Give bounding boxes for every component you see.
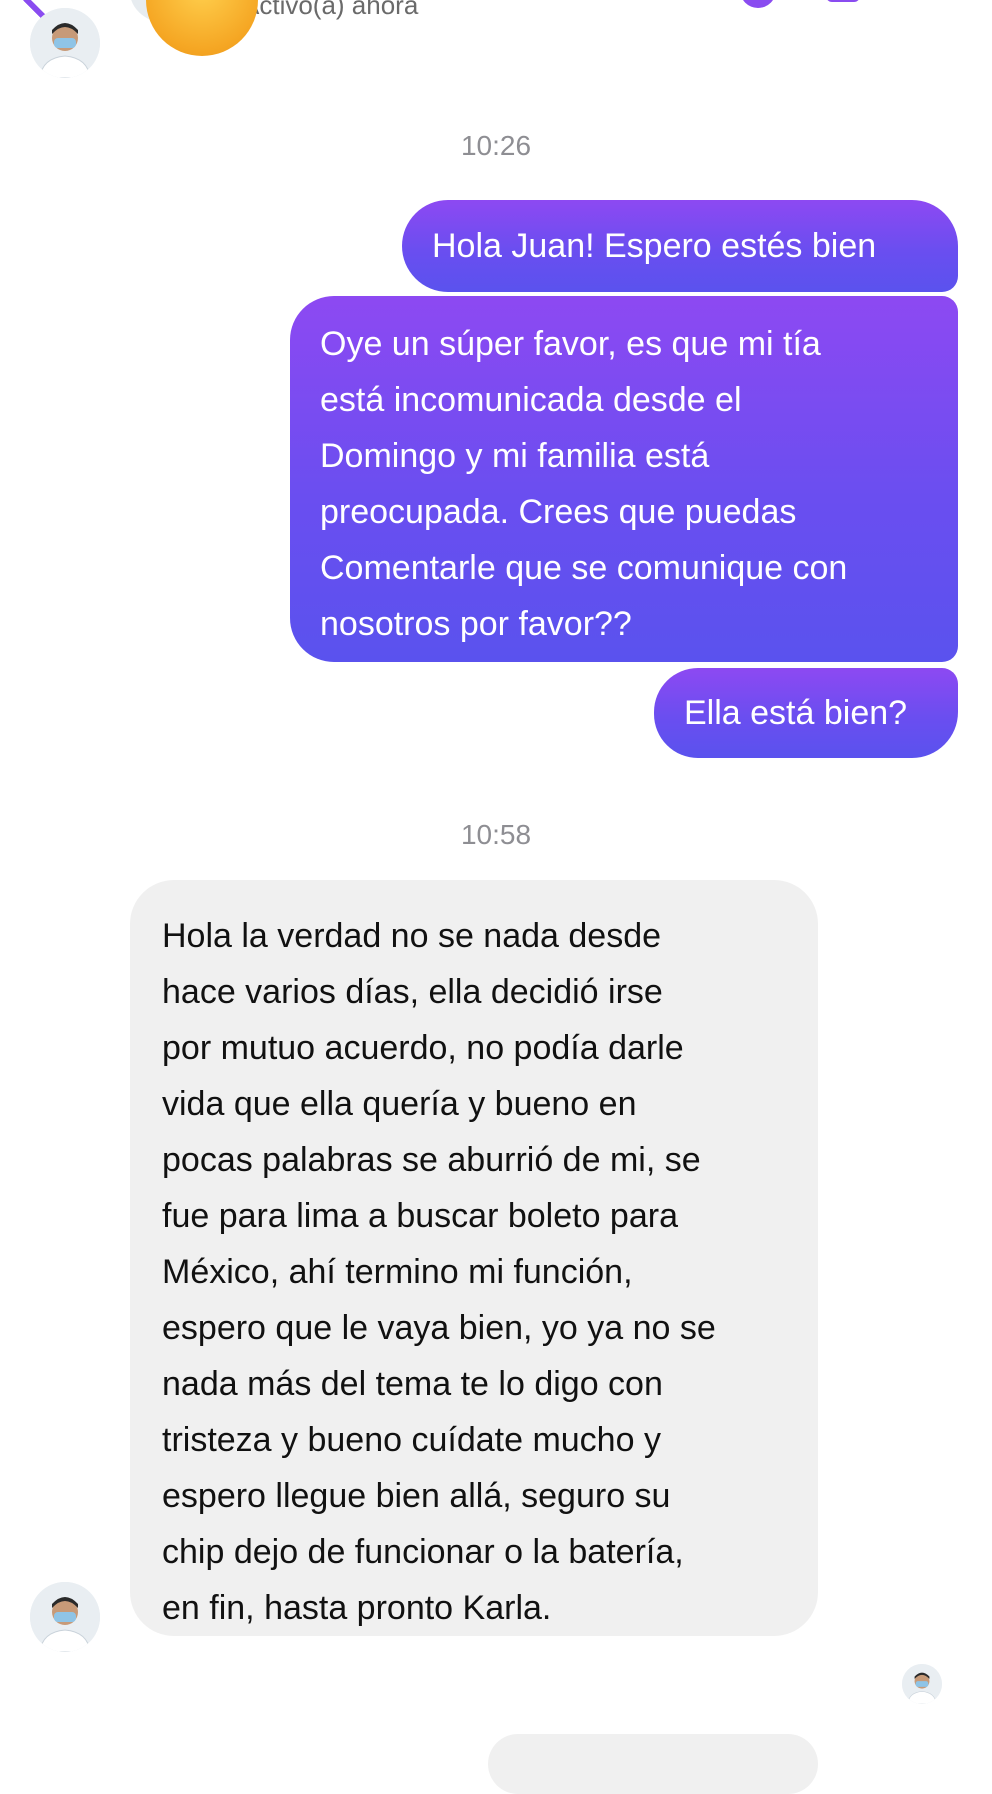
message-line: espero que le vaya bien, yo ya no se: [162, 1309, 716, 1347]
emoji-reaction-icon: [146, 0, 258, 58]
avatar[interactable]: [30, 8, 100, 78]
message-line: vida que ella quería y bueno en: [162, 1085, 637, 1123]
message-line: está incomunicada desde el: [320, 381, 742, 419]
timestamp: 10:26: [460, 130, 532, 161]
outgoing-message[interactable]: Oye un súper favor, es que mi tía está i…: [290, 296, 958, 662]
message-line: Domingo y mi familia está: [320, 437, 710, 475]
outgoing-message[interactable]: Hola Juan! Espero estés bien: [402, 200, 958, 292]
message-line: fue para lima a buscar boleto para: [162, 1197, 678, 1235]
incoming-message-partial[interactable]: [488, 1734, 818, 1794]
message-line: chip dejo de funcionar o la batería,: [162, 1533, 684, 1571]
message-line: pocas palabras se aburrió de mi, se: [162, 1141, 701, 1179]
message-line: nada más del tema te lo digo con: [162, 1365, 663, 1403]
message-line: tristeza y bueno cuídate mucho y: [162, 1421, 661, 1459]
video-camera-icon[interactable]: [826, 0, 860, 2]
phone-icon[interactable]: [740, 0, 776, 8]
message-line: hace varios días, ella decidió irse: [162, 973, 663, 1011]
sender-avatar[interactable]: [30, 1582, 100, 1652]
message-line: Hola la verdad no se nada desde: [162, 917, 662, 955]
contact-status: Activo(a) ahora: [242, 0, 419, 20]
outgoing-message[interactable]: Ella está bien?: [654, 668, 958, 758]
message-line: México, ahí termino mi función,: [162, 1253, 633, 1291]
message-line: espero llegue bien allá, seguro su: [162, 1477, 671, 1515]
message-line: Ella está bien?: [684, 694, 908, 732]
timestamp: 10:58: [460, 819, 532, 850]
message-line: Hola Juan! Espero estés bien: [432, 227, 877, 265]
message-line: nosotros por favor??: [320, 605, 632, 643]
incoming-message[interactable]: Hola la verdad no se nada desde hace var…: [130, 880, 818, 1636]
message-line: preocupada. Crees que puedas: [320, 493, 797, 531]
message-line: por mutuo acuerdo, no podía darle: [162, 1029, 684, 1067]
message-line: Comentarle que se comunique con: [320, 549, 848, 587]
read-receipt-avatar: [902, 1664, 942, 1704]
message-line: en fin, hasta pronto Karla.: [162, 1589, 552, 1627]
message-line: Oye un súper favor, es que mi tía: [320, 325, 821, 363]
